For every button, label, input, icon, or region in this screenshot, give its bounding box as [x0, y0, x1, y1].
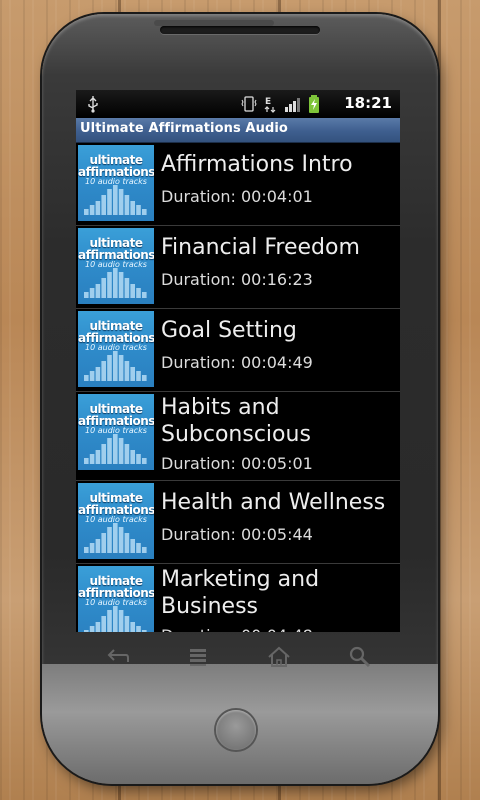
menu-icon[interactable] [185, 644, 211, 670]
album-art-thumbnail: ultimate affirmations 10 audio tracks [78, 566, 154, 632]
back-icon[interactable] [104, 644, 130, 670]
equalizer-graphic [84, 268, 147, 298]
track-duration: Duration: 00:04:01 [161, 187, 313, 206]
track-title: Goal Setting [161, 318, 297, 343]
album-art-thumbnail: ultimate affirmations 10 audio tracks [78, 228, 154, 304]
equalizer-graphic [84, 351, 147, 381]
vibrate-icon [241, 96, 257, 112]
track-title: Financial Freedom [161, 235, 360, 260]
hardware-trackball[interactable] [216, 710, 256, 750]
phone-screen: E 18:21 Ultimate Affirmations Audio ulti… [76, 90, 400, 632]
track-title: Marketing and Business [161, 567, 320, 619]
earpiece-speaker [160, 26, 320, 34]
equalizer-graphic [84, 185, 147, 215]
track-duration: Duration: 00:04:49 [161, 353, 313, 372]
search-icon[interactable] [347, 644, 373, 670]
usb-icon [88, 96, 98, 113]
app-title: Ultimate Affirmations Audio [80, 121, 288, 136]
track-title: Health and Wellness [161, 490, 386, 515]
album-art-thumbnail: ultimate affirmations 10 audio tracks [78, 483, 154, 559]
track-duration: Duration: 00:16:23 [161, 270, 313, 289]
status-icons: E [240, 95, 320, 113]
clock: 18:21 [344, 94, 392, 112]
battery-charging-icon [309, 95, 319, 113]
track-list[interactable]: ultimate affirmations 10 audio tracks Affir… [76, 143, 400, 632]
track-row[interactable]: ultimate affirmations 10 audio tracks Healt… [76, 481, 400, 564]
status-bar: E 18:21 [76, 90, 400, 118]
svg-text:E: E [265, 97, 271, 107]
track-duration: Duration: 00:05:44 [161, 525, 313, 544]
track-row[interactable]: ultimate affirmations 10 audio tracks Finan… [76, 226, 400, 309]
track-title: Habits and Subconscious [161, 395, 311, 447]
track-duration: Duration: 00:05:01 [161, 454, 313, 473]
track-title: Affirmations Intro [161, 152, 353, 177]
home-icon[interactable] [266, 644, 292, 670]
network-e-icon: E [264, 97, 276, 113]
track-row[interactable]: ultimate affirmations 10 audio tracks Affir… [76, 143, 400, 226]
equalizer-graphic [84, 434, 147, 464]
signal-icon [285, 98, 300, 112]
track-row[interactable]: ultimate affirmations 10 audio tracks Goal … [76, 309, 400, 392]
app-title-bar: Ultimate Affirmations Audio [76, 118, 400, 143]
nav-bar [76, 632, 400, 682]
track-row[interactable]: ultimate affirmations 10 audio tracks Habit… [76, 392, 400, 481]
equalizer-graphic [84, 606, 147, 632]
equalizer-graphic [84, 523, 147, 553]
track-row[interactable]: ultimate affirmations 10 audio tracks Marke… [76, 564, 400, 632]
album-art-thumbnail: ultimate affirmations 10 audio tracks [78, 394, 154, 470]
album-art-thumbnail: ultimate affirmations 10 audio tracks [78, 311, 154, 387]
album-art-thumbnail: ultimate affirmations 10 audio tracks [78, 145, 154, 221]
